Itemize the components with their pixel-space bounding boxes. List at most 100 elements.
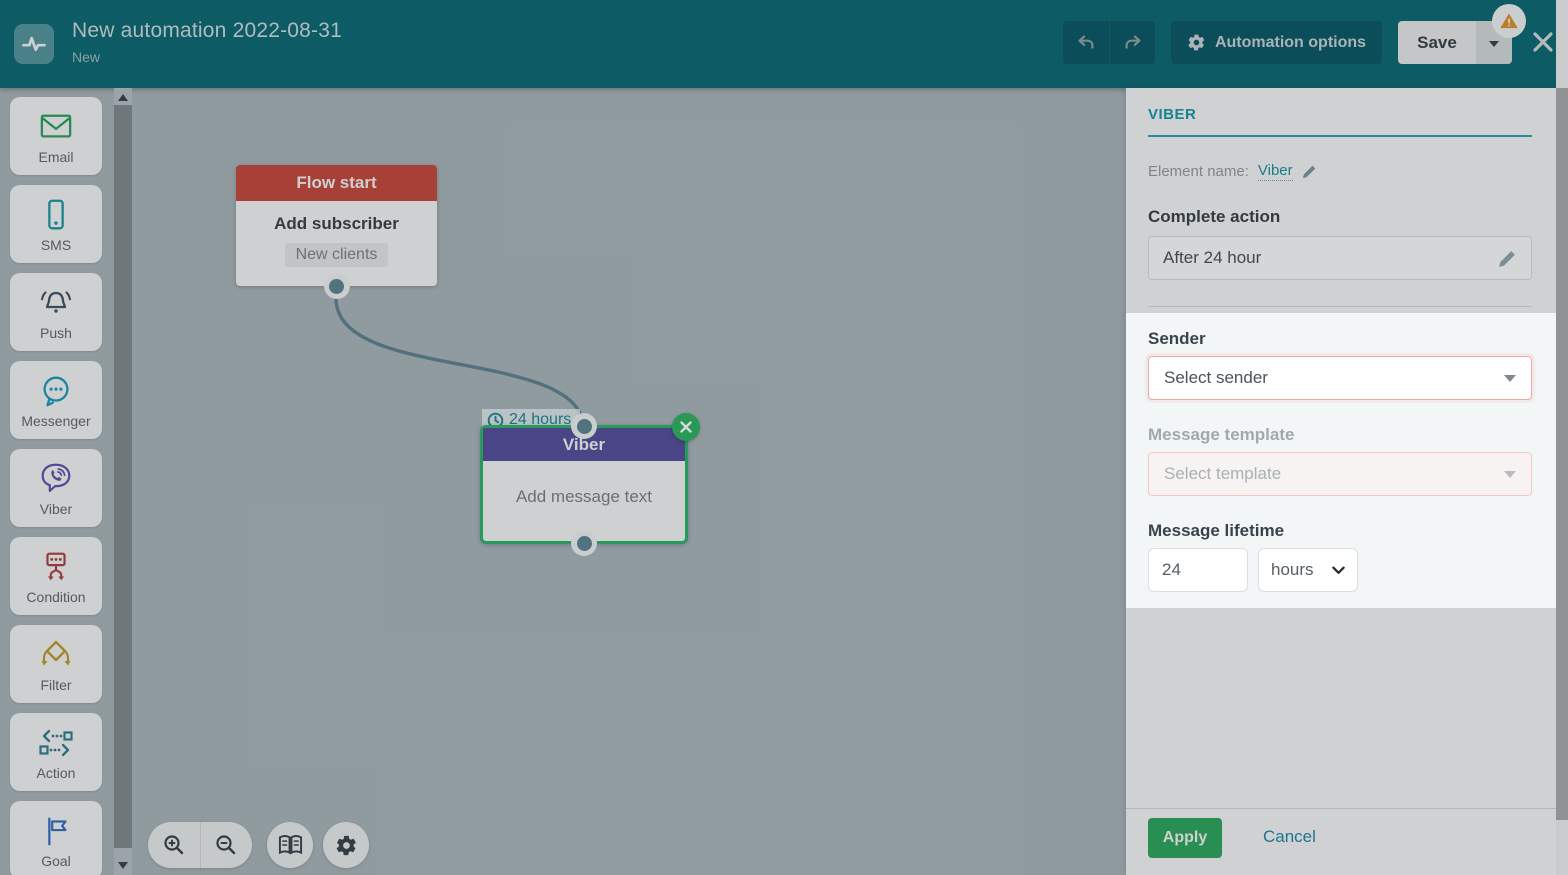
sidebar-item-filter[interactable]: Filter — [10, 625, 102, 703]
sender-select[interactable]: Select sender — [1148, 356, 1532, 400]
save-button[interactable]: Save — [1398, 21, 1476, 64]
chevron-down-icon — [1504, 470, 1516, 478]
pulse-icon — [22, 36, 46, 52]
undo-button[interactable] — [1063, 21, 1109, 64]
gear-icon — [1188, 34, 1205, 51]
email-icon — [37, 108, 75, 146]
sidebar-scrollbar-thumb[interactable] — [114, 105, 132, 848]
cancel-link[interactable]: Cancel — [1263, 827, 1316, 847]
viber-icon — [37, 460, 75, 498]
canvas-settings-button[interactable] — [323, 822, 369, 868]
sidebar-item-label: SMS — [40, 236, 72, 253]
flow-canvas[interactable]: Flow start Add subscriber New clients 24… — [132, 88, 1126, 875]
lifetime-unit-value: hours — [1271, 560, 1314, 579]
sidebar-item-email[interactable]: Email — [10, 97, 102, 175]
element-name-row: Element name: Viber — [1148, 162, 1317, 181]
complete-action-field[interactable]: After 24 hour — [1148, 236, 1532, 280]
condition-icon — [37, 548, 75, 586]
zoom-in-icon — [164, 835, 183, 855]
panel-title: VIBER — [1148, 106, 1197, 123]
sidebar-item-push[interactable]: Push — [10, 273, 102, 351]
flow-start-badge: New clients — [284, 243, 389, 267]
sidebar-item-label: Goal — [41, 852, 71, 869]
automation-options-button[interactable]: Automation options — [1171, 21, 1382, 64]
sidebar-item-label: Viber — [39, 500, 73, 517]
viber-node-placeholder: Add message text — [515, 487, 653, 506]
app-logo — [14, 24, 54, 64]
flow-start-node[interactable]: Flow start Add subscriber New clients — [236, 165, 437, 299]
sender-label: Sender — [1148, 329, 1206, 348]
redo-icon — [1124, 34, 1141, 49]
zoom-out-icon — [216, 835, 236, 855]
viber-node-selected[interactable]: Viber Add message text — [480, 413, 700, 556]
delete-node-button[interactable] — [672, 413, 700, 441]
sidebar-item-label: Filter — [40, 676, 72, 693]
sms-icon — [37, 196, 75, 234]
sender-select-value: Select sender — [1164, 368, 1268, 387]
flow-start-output-connector[interactable] — [323, 273, 350, 299]
zoom-out-button[interactable] — [199, 822, 253, 868]
goal-flag-icon — [37, 812, 75, 850]
zoom-controls — [148, 822, 252, 868]
viber-input-connector[interactable] — [571, 413, 597, 439]
sidebar-item-label: Messenger — [21, 412, 91, 429]
chevron-down-icon — [1504, 374, 1516, 382]
element-name-label: Element name: — [1148, 163, 1249, 180]
book-icon — [278, 835, 302, 855]
close-icon — [1533, 32, 1553, 52]
sidebar-item-label: Condition — [26, 588, 86, 605]
sidebar-item-messenger[interactable]: Messenger — [10, 361, 102, 439]
history-buttons — [1063, 21, 1155, 64]
sidebar-item-action[interactable]: Action — [10, 713, 102, 791]
zoom-in-button[interactable] — [148, 822, 200, 868]
complete-action-label: Complete action — [1148, 207, 1281, 226]
sidebar-scrollbar[interactable] — [114, 88, 132, 875]
message-template-select: Select template — [1148, 452, 1532, 496]
section-divider — [1148, 306, 1532, 307]
lifetime-unit-select[interactable]: hours — [1258, 548, 1358, 592]
panel-title-divider — [1148, 135, 1532, 137]
top-header: New automation 2022-08-31 New Automation… — [0, 0, 1568, 88]
scroll-up-icon[interactable] — [118, 94, 128, 101]
scroll-down-icon[interactable] — [118, 862, 128, 869]
push-bell-icon — [36, 284, 76, 322]
sidebar-item-goal[interactable]: Goal — [10, 801, 102, 875]
close-icon — [680, 421, 692, 433]
redo-button[interactable] — [1109, 21, 1155, 64]
messenger-icon — [37, 372, 75, 410]
warning-icon — [1500, 13, 1518, 29]
flow-start-header: Flow start — [236, 165, 437, 201]
page-subtitle: New — [72, 49, 101, 65]
sender-settings-section: Sender Select sender Message template Se… — [1126, 313, 1556, 608]
map-overview-button[interactable] — [267, 822, 313, 868]
page-scrollbar[interactable] — [1556, 0, 1568, 875]
footer-divider — [1126, 808, 1556, 809]
message-lifetime-label: Message lifetime — [1148, 521, 1285, 540]
message-template-label: Message template — [1148, 425, 1295, 444]
element-name-value[interactable]: Viber — [1257, 162, 1293, 181]
viber-output-connector[interactable] — [571, 530, 597, 556]
elements-sidebar: Email SMS Push Messenger Viber Condition… — [0, 88, 112, 875]
gear-icon — [336, 835, 356, 855]
sidebar-item-label: Action — [36, 764, 76, 781]
save-warning-badge — [1492, 4, 1526, 38]
automation-editor: New automation 2022-08-31 New Automation… — [0, 0, 1568, 875]
page-scrollbar-thumb[interactable] — [1556, 88, 1568, 820]
sidebar-item-sms[interactable]: SMS — [10, 185, 102, 263]
lifetime-value-input[interactable] — [1148, 548, 1248, 592]
edit-pencil-icon[interactable] — [1302, 164, 1317, 179]
flow-start-subtitle: Add subscriber — [274, 214, 399, 233]
automation-options-label: Automation options — [1214, 33, 1367, 51]
page-title: New automation 2022-08-31 — [72, 19, 343, 42]
sidebar-item-viber[interactable]: Viber — [10, 449, 102, 527]
save-label: Save — [1417, 32, 1457, 52]
apply-button[interactable]: Apply — [1148, 818, 1222, 858]
template-select-value: Select template — [1164, 464, 1282, 483]
sidebar-item-label: Email — [38, 148, 74, 165]
sidebar-item-condition[interactable]: Condition — [10, 537, 102, 615]
sidebar-item-label: Push — [40, 324, 72, 341]
filter-icon — [36, 636, 76, 674]
edit-pencil-icon[interactable] — [1498, 249, 1517, 268]
action-icon — [36, 724, 76, 762]
close-editor-button[interactable] — [1528, 27, 1558, 57]
